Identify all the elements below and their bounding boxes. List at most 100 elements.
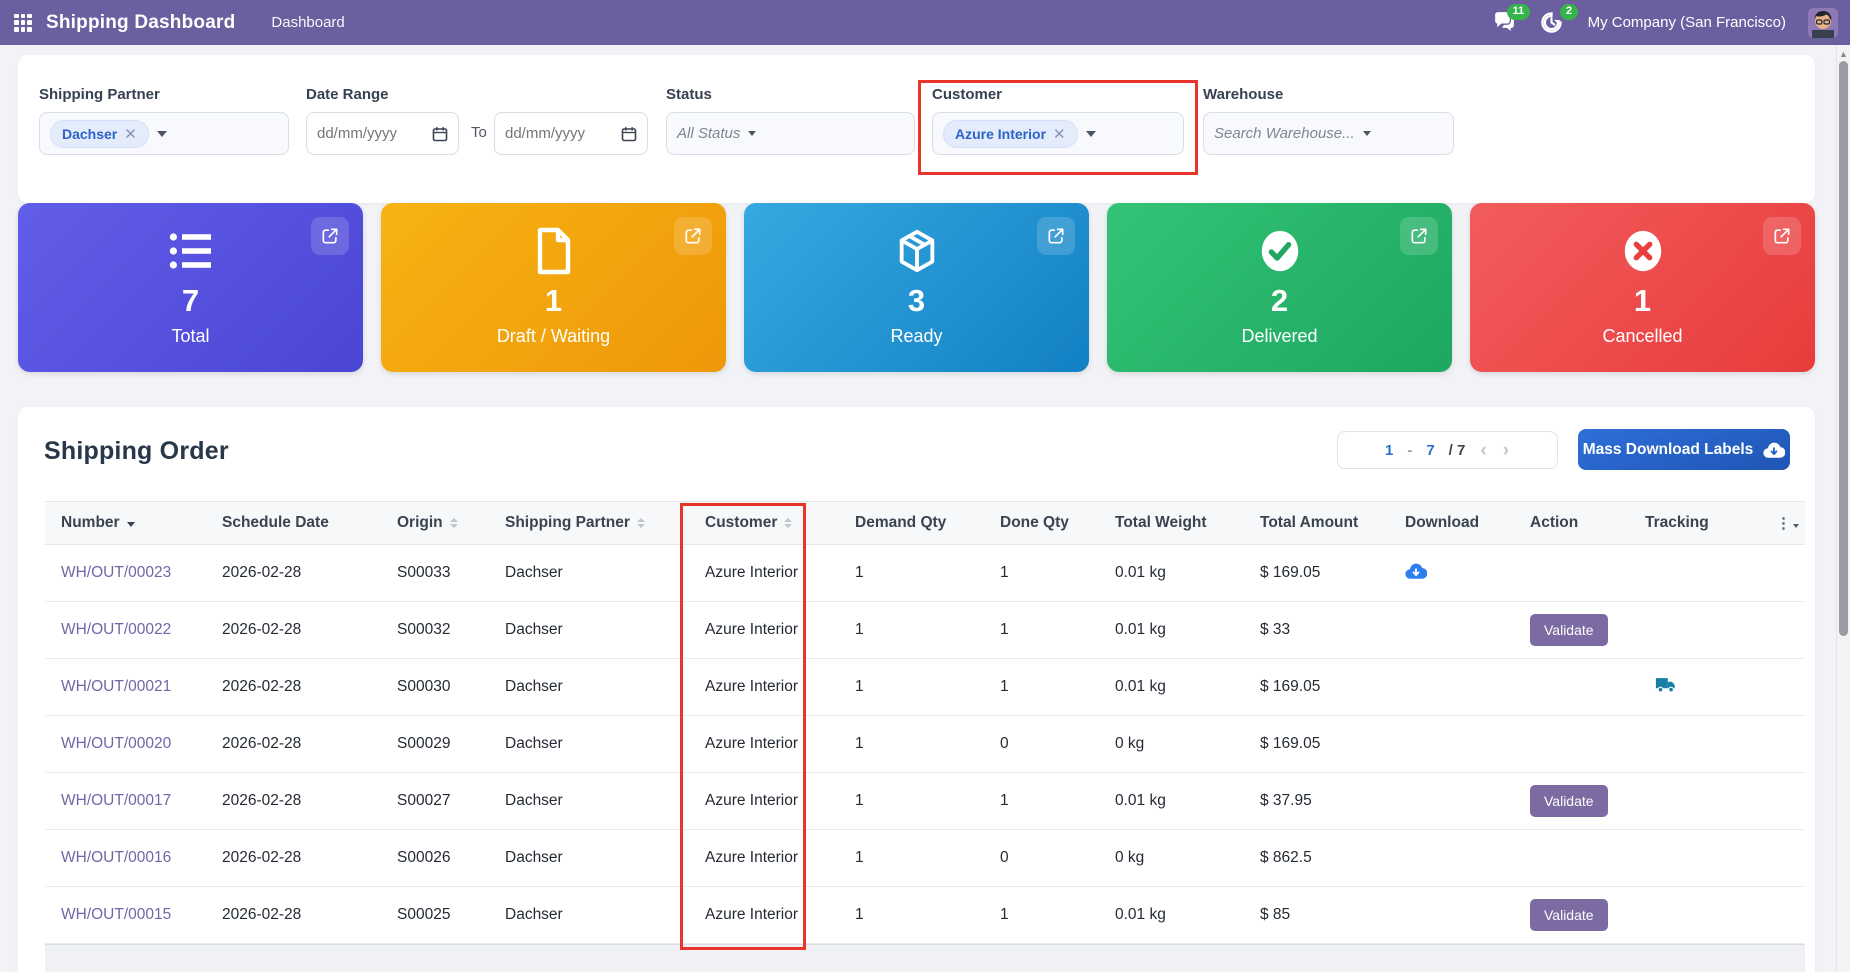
order-number-link[interactable]: WH/OUT/00023	[61, 564, 171, 581]
card-total[interactable]: 7 Total	[18, 203, 363, 372]
user-avatar[interactable]	[1808, 7, 1838, 38]
card-delivered-label: Delivered	[1241, 326, 1318, 346]
scrollbar-thumb[interactable]	[1839, 61, 1848, 636]
cell-customer: Azure Interior	[705, 564, 799, 581]
col-header-origin[interactable]: Origin	[385, 514, 493, 532]
page-scrollbar[interactable]: ▲	[1836, 45, 1850, 972]
col-header-total-amount[interactable]: Total Amount	[1248, 514, 1393, 532]
card-draft-label: Draft / Waiting	[496, 326, 611, 346]
activity-clock-icon	[1540, 11, 1562, 33]
order-number-link[interactable]: WH/OUT/00021	[61, 678, 171, 695]
customer-select[interactable]: Azure Interior ✕	[932, 112, 1184, 155]
card-cancelled[interactable]: 1 Cancelled	[1470, 203, 1815, 372]
nav-menu-dashboard[interactable]: Dashboard	[265, 2, 350, 43]
messages-icon[interactable]: 11	[1492, 3, 1530, 35]
external-link-icon[interactable]	[674, 217, 712, 255]
cell-schedule-date: 2026-02-28	[222, 906, 302, 923]
validate-button[interactable]: Validate	[1530, 614, 1608, 646]
col-header-schedule-date[interactable]: Schedule Date	[210, 514, 385, 532]
calendar-icon[interactable]	[432, 126, 448, 142]
cell-schedule-date: 2026-02-28	[222, 564, 302, 581]
chevron-left-icon[interactable]: ‹	[1479, 441, 1487, 460]
col-header-demand-qty[interactable]: Demand Qty	[843, 514, 988, 532]
card-cancelled-value: 1	[1633, 283, 1652, 318]
column-options-icon[interactable]: ⋮	[1763, 514, 1805, 532]
card-draft-waiting[interactable]: 1 Draft / Waiting	[381, 203, 726, 372]
validate-button[interactable]: Validate	[1530, 785, 1608, 817]
chevron-down-icon[interactable]	[1085, 130, 1096, 137]
table-footer-row	[45, 944, 1805, 972]
apps-grid-icon[interactable]	[14, 13, 32, 32]
external-link-icon[interactable]	[1400, 217, 1438, 255]
chevron-right-icon[interactable]: ›	[1502, 441, 1510, 460]
cell-total-weight: 0.01 kg	[1115, 792, 1166, 809]
customer-tag[interactable]: Azure Interior ✕	[943, 119, 1078, 148]
col-header-number[interactable]: Number	[45, 514, 210, 532]
cell-customer: Azure Interior	[705, 621, 799, 638]
date-from-box[interactable]	[306, 112, 459, 155]
chevron-down-icon[interactable]	[156, 130, 167, 137]
external-link-icon[interactable]	[1037, 217, 1075, 255]
cell-total-amount: $ 862.5	[1260, 849, 1312, 866]
date-to-input[interactable]	[505, 125, 609, 142]
remove-tag-icon[interactable]: ✕	[1053, 125, 1066, 143]
page-start[interactable]: 1	[1385, 442, 1393, 459]
date-to-box[interactable]	[494, 112, 648, 155]
col-header-total-weight[interactable]: Total Weight	[1103, 514, 1248, 532]
tracking-truck-icon[interactable]	[1655, 676, 1677, 694]
calendar-icon[interactable]	[621, 126, 637, 142]
cell-shipping-partner: Dachser	[505, 792, 563, 809]
warehouse-search[interactable]: Search Warehouse...	[1203, 112, 1454, 155]
page-end[interactable]: 7	[1426, 442, 1434, 459]
cell-demand-qty: 1	[855, 849, 864, 866]
cell-origin: S00033	[397, 564, 451, 581]
cell-customer: Azure Interior	[705, 678, 799, 695]
date-range-label: Date Range	[306, 86, 389, 103]
stat-cards-row: 7 Total 1 Draft / Waiting 3 Ready 2 Deli…	[18, 203, 1815, 372]
cell-total-weight: 0 kg	[1115, 849, 1145, 866]
chevron-down-icon[interactable]	[748, 131, 757, 136]
company-switcher[interactable]: My Company (San Francisco)	[1588, 14, 1786, 31]
page-dash: -	[1407, 441, 1413, 459]
remove-tag-icon[interactable]: ✕	[124, 125, 137, 143]
card-delivered[interactable]: 2 Delivered	[1107, 203, 1452, 372]
shipping-partner-select[interactable]: Dachser ✕	[39, 112, 289, 155]
cell-customer: Azure Interior	[705, 849, 799, 866]
cell-customer: Azure Interior	[705, 735, 799, 752]
mass-download-labels-button[interactable]: Mass Download Labels	[1578, 429, 1790, 470]
table-row: WH/OUT/00020 2026-02-28 S00029 Dachser A…	[45, 716, 1805, 773]
card-ready-label: Ready	[890, 326, 943, 346]
order-number-link[interactable]: WH/OUT/00022	[61, 621, 171, 638]
shipping-partner-tag[interactable]: Dachser ✕	[50, 119, 149, 148]
cell-origin: S00030	[397, 678, 451, 695]
col-header-done-qty[interactable]: Done Qty	[988, 514, 1103, 532]
cell-schedule-date: 2026-02-28	[222, 735, 302, 752]
order-number-link[interactable]: WH/OUT/00015	[61, 906, 171, 923]
cell-total-weight: 0.01 kg	[1115, 678, 1166, 695]
scrollbar-up-arrow-icon[interactable]: ▲	[1837, 45, 1850, 59]
sort-icon	[636, 518, 645, 528]
chevron-down-icon[interactable]	[1362, 131, 1371, 136]
order-number-link[interactable]: WH/OUT/00016	[61, 849, 171, 866]
col-header-customer[interactable]: Customer	[693, 514, 843, 532]
external-link-icon[interactable]	[311, 217, 349, 255]
order-number-link[interactable]: WH/OUT/00017	[61, 792, 171, 809]
table-row: WH/OUT/00016 2026-02-28 S00026 Dachser A…	[45, 830, 1805, 887]
table-row: WH/OUT/00023 2026-02-28 S00033 Dachser A…	[45, 545, 1805, 602]
order-number-link[interactable]: WH/OUT/00020	[61, 735, 171, 752]
date-from-input[interactable]	[317, 125, 421, 142]
messages-badge: 11	[1506, 3, 1530, 20]
download-label-icon[interactable]	[1405, 562, 1427, 580]
orders-table: Number Schedule Date Origin Shipping Par…	[45, 501, 1805, 944]
activities-icon[interactable]: 2	[1540, 3, 1578, 35]
col-header-download: Download	[1405, 514, 1480, 531]
card-ready[interactable]: 3 Ready	[744, 203, 1089, 372]
cell-demand-qty: 1	[855, 564, 864, 581]
cell-origin: S00029	[397, 735, 451, 752]
external-link-icon[interactable]	[1763, 217, 1801, 255]
top-navbar: Shipping Dashboard Dashboard 11 2 My Com…	[0, 0, 1850, 45]
col-header-shipping-partner[interactable]: Shipping Partner	[493, 514, 693, 532]
cell-shipping-partner: Dachser	[505, 564, 563, 581]
status-select[interactable]: All Status	[666, 112, 915, 155]
validate-button[interactable]: Validate	[1530, 899, 1608, 931]
